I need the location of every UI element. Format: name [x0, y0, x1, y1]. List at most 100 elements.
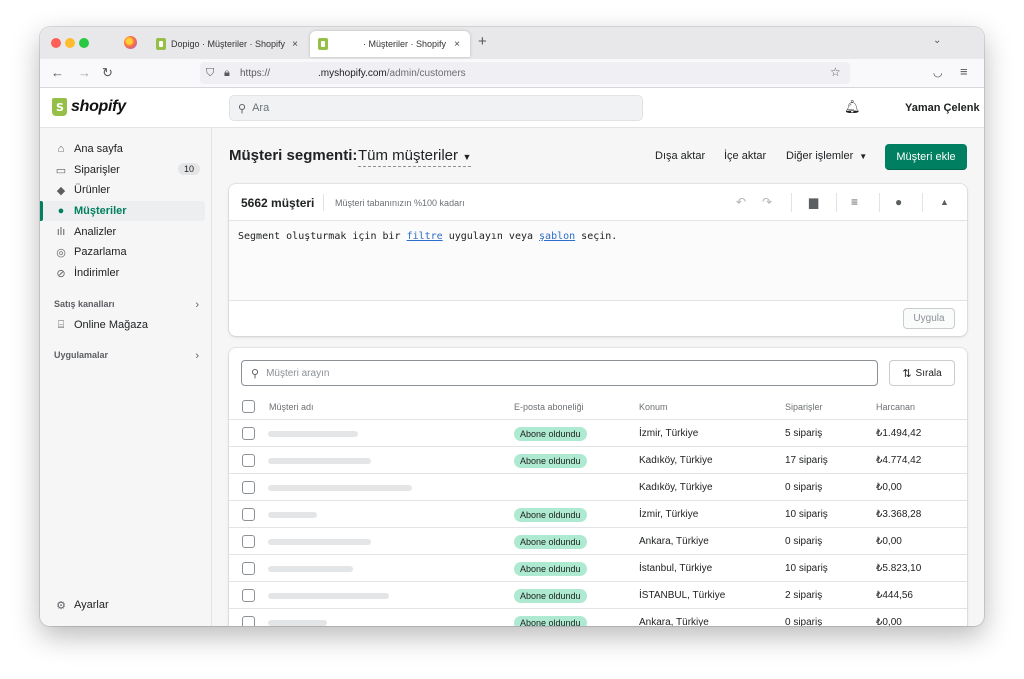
- customer-search-input[interactable]: ⚲ Müşteri arayın: [241, 360, 878, 386]
- template-link[interactable]: şablon: [539, 231, 575, 242]
- template-icon[interactable]: ▆: [809, 195, 818, 209]
- orders-count-badge: 10: [177, 163, 200, 175]
- sidebar-item-discounts[interactable]: ⊘ İndirimler: [43, 263, 205, 283]
- tab-close-button[interactable]: ×: [288, 39, 302, 50]
- tab-close-button[interactable]: ×: [450, 39, 464, 50]
- divider: [922, 193, 923, 212]
- segment-query-editor[interactable]: Segment oluşturmak için bir filtre uygul…: [229, 221, 967, 301]
- sidebar-item-analytics[interactable]: ılı Analizler: [43, 222, 205, 242]
- subscription-badge: Abone oldundu: [514, 508, 587, 522]
- spent-cell: ₺5.823,10: [876, 563, 922, 574]
- global-search-input[interactable]: ⚲ Ara: [229, 95, 643, 121]
- forward-arrow-icon[interactable]: →: [78, 65, 91, 80]
- close-window-button[interactable]: [51, 38, 61, 48]
- redo-icon[interactable]: ↷: [762, 195, 772, 209]
- sidebar-item-products[interactable]: ◆ Ürünler: [43, 180, 205, 200]
- store-icon: ⌸: [57, 318, 65, 331]
- customer-name-placeholder[interactable]: [268, 485, 412, 491]
- spent-cell: ₺4.774,42: [876, 455, 922, 466]
- list-all-tabs-button[interactable]: ⌄: [933, 35, 941, 46]
- sidebar-item-settings[interactable]: ⚙ Ayarlar: [43, 595, 205, 615]
- row-checkbox[interactable]: [242, 481, 255, 494]
- customer-name-placeholder[interactable]: [268, 458, 371, 464]
- notification-bell-icon[interactable]: 🔔︎: [844, 99, 861, 115]
- customer-name-placeholder[interactable]: [268, 620, 327, 626]
- target-icon: ◎: [56, 246, 66, 259]
- browser-tab-dopigo[interactable]: Dopigo · Müşteriler · Shopify ×: [148, 31, 308, 57]
- caret-down-icon: ▼: [859, 152, 868, 161]
- back-arrow-icon[interactable]: ←: [51, 65, 64, 80]
- lock-icon[interactable]: 🔒︎: [224, 67, 236, 80]
- customer-name-placeholder[interactable]: [268, 512, 317, 518]
- address-bar[interactable]: ⛉ 🔒︎ https:// .myshopify.com /admin/cust…: [200, 62, 850, 84]
- row-checkbox[interactable]: [242, 535, 255, 548]
- help-icon[interactable]: ●: [895, 195, 902, 209]
- home-icon: ⌂: [57, 143, 65, 155]
- bar-chart-icon: ılı: [56, 226, 66, 238]
- browser-tab-customers[interactable]: · Müşteriler · Shopify ×: [310, 31, 470, 57]
- sidebar-item-marketing[interactable]: ◎ Pazarlama: [43, 242, 205, 262]
- segment-selector[interactable]: Tüm müşteriler ▼: [358, 147, 472, 167]
- tracking-shield-icon[interactable]: ⛉: [206, 67, 218, 80]
- menu-icon[interactable]: ≡: [960, 64, 968, 79]
- customer-name-placeholder[interactable]: [268, 431, 358, 437]
- chevron-right-icon[interactable]: ›: [195, 299, 199, 311]
- more-actions-button[interactable]: Diğer işlemler ▼: [786, 150, 867, 162]
- url-domain: .myshopify.com: [318, 67, 387, 79]
- sales-channels-section[interactable]: Satış kanalları ›: [54, 299, 199, 311]
- row-checkbox[interactable]: [242, 454, 255, 467]
- reload-icon[interactable]: ↻: [102, 65, 113, 81]
- location-cell: İzmir, Türkiye: [639, 509, 699, 520]
- table-row[interactable]: Abone oldundu İstanbul, Türkiye 10 sipariş…: [229, 555, 967, 582]
- sidebar-item-label: Pazarlama: [74, 246, 127, 258]
- add-customer-button[interactable]: Müşteri ekle: [885, 144, 967, 170]
- pocket-icon[interactable]: ◡: [933, 66, 943, 79]
- undo-icon[interactable]: ↶: [736, 195, 746, 209]
- table-row[interactable]: Kadıköy, Türkiye 0 sipariş ₺0,00: [229, 474, 967, 501]
- sort-icon: ⇅: [902, 367, 912, 380]
- row-checkbox[interactable]: [242, 616, 255, 626]
- sidebar-item-orders[interactable]: ▭ Siparişler 10: [43, 160, 205, 180]
- search-icon: ⚲: [251, 367, 260, 380]
- table-row[interactable]: Abone oldundu Kadıköy, Türkiye 17 sipariş ₺…: [229, 447, 967, 474]
- minimize-window-button[interactable]: [65, 38, 75, 48]
- sidebar-item-online-store[interactable]: ⌸ Online Mağaza: [43, 315, 205, 335]
- apps-section[interactable]: Uygulamalar ›: [54, 350, 199, 362]
- table-row[interactable]: Abone oldundu İzmir, Türkiye 10 sipariş ₺3.…: [229, 501, 967, 528]
- sort-button[interactable]: ⇅ Sırala: [889, 360, 955, 386]
- import-button[interactable]: İçe aktar: [724, 150, 766, 162]
- location-cell: Kadıköy, Türkiye: [639, 482, 713, 493]
- sidebar-item-home[interactable]: ⌂ Ana sayfa: [43, 139, 205, 159]
- zoom-window-button[interactable]: [79, 38, 89, 48]
- editor-text: uygulayın veya: [442, 231, 540, 242]
- user-menu[interactable]: Yaman Çelenk: [905, 102, 980, 114]
- table-row[interactable]: Abone oldundu İSTANBUL, Türkiye 2 sipariş ₺…: [229, 582, 967, 609]
- customer-name-placeholder[interactable]: [268, 593, 389, 599]
- export-button[interactable]: Dışa aktar: [655, 150, 705, 162]
- location-cell: Kadıköy, Türkiye: [639, 455, 713, 466]
- customer-name-placeholder[interactable]: [268, 539, 371, 545]
- row-checkbox[interactable]: [242, 589, 255, 602]
- shopify-logo[interactable]: shopify: [52, 98, 126, 116]
- chevron-right-icon[interactable]: ›: [195, 350, 199, 362]
- browser-tab-strip: Dopigo · Müşteriler · Shopify × · Müşter…: [40, 27, 984, 59]
- table-row[interactable]: Abone oldundu Ankara, Türkiye 0 sipariş ₺0,…: [229, 609, 967, 626]
- filter-icon[interactable]: ≡: [851, 195, 858, 209]
- orders-icon: ▭: [55, 164, 67, 177]
- sidebar-item-customers[interactable]: ● Müşteriler: [43, 201, 205, 221]
- new-tab-button[interactable]: +: [478, 33, 487, 50]
- table-row[interactable]: Abone oldundu İzmir, Türkiye 5 sipariş ₺1.4…: [229, 420, 967, 447]
- row-checkbox[interactable]: [242, 427, 255, 440]
- bookmark-star-icon[interactable]: ☆: [830, 65, 841, 79]
- table-row[interactable]: Abone oldundu Ankara, Türkiye 0 sipariş ₺0,…: [229, 528, 967, 555]
- orders-cell: 0 sipariş: [785, 617, 823, 626]
- orders-cell: 10 sipariş: [785, 563, 828, 574]
- row-checkbox[interactable]: [242, 562, 255, 575]
- select-all-checkbox[interactable]: [242, 400, 255, 413]
- collapse-icon[interactable]: ▲: [940, 197, 949, 207]
- apply-button[interactable]: Uygula: [903, 308, 955, 329]
- tab-title: · Müşteriler · Shopify: [363, 39, 447, 49]
- filter-link[interactable]: filtre: [407, 231, 443, 242]
- row-checkbox[interactable]: [242, 508, 255, 521]
- customer-name-placeholder[interactable]: [268, 566, 353, 572]
